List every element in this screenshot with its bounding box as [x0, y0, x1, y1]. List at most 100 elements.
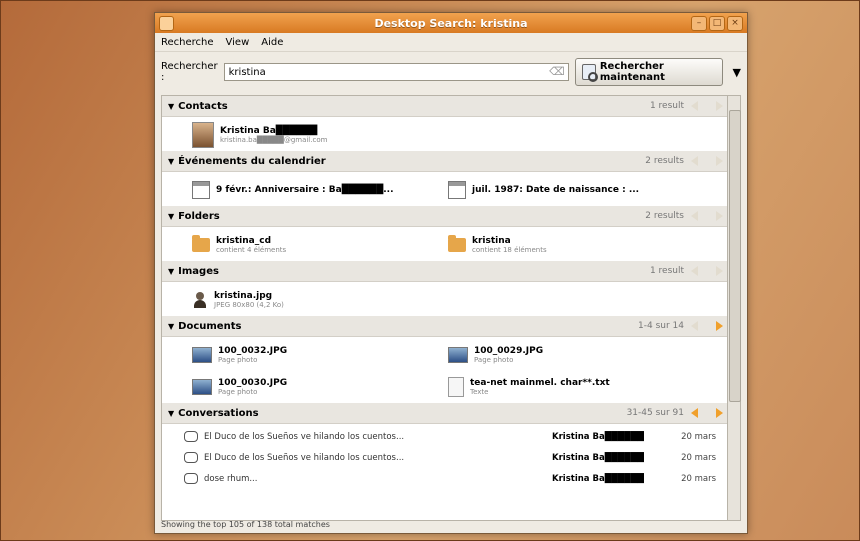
search-label: Rechercher :	[161, 61, 218, 83]
result-title: kristina	[472, 235, 511, 246]
conversation-from: Kristina Ba██████	[552, 431, 644, 442]
documents-list: 100_0032.JPG Page photo 100_0029.JPG Pag…	[162, 337, 730, 403]
title-bar[interactable]: Desktop Search: kristina – □ ×	[155, 13, 747, 33]
previous-icon[interactable]	[690, 100, 704, 112]
chat-icon	[184, 452, 198, 463]
close-icon[interactable]: ×	[727, 16, 743, 31]
folders-list: kristina_cd contient 4 éléments kristina…	[162, 227, 730, 261]
next-icon[interactable]	[710, 407, 724, 419]
result-item[interactable]: 100_0032.JPG Page photo	[192, 341, 444, 369]
clear-icon[interactable]: ⌫	[549, 65, 565, 78]
vertical-scrollbar[interactable]	[727, 95, 741, 521]
conversation-from: Kristina Ba██████	[552, 452, 644, 463]
person-image-icon	[192, 292, 208, 308]
minimize-icon[interactable]: –	[691, 16, 707, 31]
previous-icon[interactable]	[690, 320, 704, 332]
expander-icon[interactable]: ▼	[168, 157, 174, 166]
result-subtitle: kristina.ba█████@gmail.com	[220, 135, 328, 144]
category-images[interactable]: ▼ Images 1 result	[162, 261, 730, 282]
result-subtitle: Page photo	[218, 387, 258, 396]
expander-icon[interactable]: ▼	[168, 102, 174, 111]
menu-view[interactable]: View	[226, 37, 250, 48]
result-item[interactable]: 9 févr.: Anniversaire : Ba██████...	[192, 176, 444, 204]
result-title: juil. 1987: Date de naissance : ...	[472, 185, 640, 195]
result-item[interactable]: Kristina Ba██████ kristina.ba█████@gmail…	[192, 121, 700, 149]
result-item[interactable]: kristina_cd contient 4 éléments	[192, 231, 444, 259]
result-subtitle: Page photo	[474, 355, 514, 364]
search-now-label: Rechercher maintenant	[599, 61, 665, 83]
category-title: Images	[178, 265, 219, 277]
maximize-icon[interactable]: □	[709, 16, 725, 31]
category-title: Événements du calendrier	[178, 155, 326, 167]
result-subtitle: Page photo	[218, 355, 258, 364]
chat-icon	[184, 473, 198, 484]
conversation-row[interactable]: El Duco de los Sueños ve hilando los cue…	[184, 426, 716, 447]
result-item[interactable]: kristina contient 18 éléments	[448, 231, 700, 259]
scrollbar-thumb[interactable]	[729, 110, 741, 402]
result-title: kristina_cd	[216, 235, 272, 246]
category-count: 1-4 sur 14	[638, 321, 684, 331]
menu-recherche[interactable]: Recherche	[161, 37, 214, 48]
conversation-date: 20 mars	[681, 473, 716, 484]
dropdown-icon[interactable]: ▼	[733, 66, 741, 79]
result-item[interactable]: 100_0029.JPG Page photo	[448, 341, 700, 369]
images-list: kristina.jpg JPEG 80x80 (4,2 Ko)	[162, 282, 730, 316]
result-item[interactable]: tea-net mainmel. char**.txt Texte	[448, 373, 700, 401]
next-icon[interactable]	[710, 265, 724, 277]
category-contacts[interactable]: ▼ Contacts 1 result	[162, 96, 730, 117]
category-conversations[interactable]: ▼ Conversations 31-45 sur 91	[162, 403, 730, 424]
result-item[interactable]: juil. 1987: Date de naissance : ...	[448, 176, 700, 204]
search-window: Desktop Search: kristina – □ × Recherche…	[154, 12, 748, 534]
category-documents[interactable]: ▼ Documents 1-4 sur 14	[162, 316, 730, 337]
contacts-list: Kristina Ba██████ kristina.ba█████@gmail…	[162, 117, 730, 151]
next-icon[interactable]	[710, 320, 724, 332]
result-item[interactable]: 100_0030.JPG Page photo	[192, 373, 444, 401]
search-now-button[interactable]: Rechercher maintenant	[574, 58, 723, 86]
result-subtitle: Texte	[470, 387, 489, 396]
conversation-row[interactable]: dose rhum... Kristina Ba██████ 20 mars	[184, 468, 716, 489]
contact-photo-icon	[192, 122, 214, 148]
conversation-from: Kristina Ba██████	[552, 473, 644, 484]
conversation-subject: El Duco de los Sueños ve hilando los cue…	[204, 431, 405, 442]
folder-icon	[448, 235, 466, 252]
results-pane: ▼ Contacts 1 result Kristina Ba██████ kr…	[161, 95, 731, 521]
category-folders[interactable]: ▼ Folders 2 results	[162, 206, 730, 227]
expander-icon[interactable]: ▼	[168, 409, 174, 418]
expander-icon[interactable]: ▼	[168, 212, 174, 221]
category-title: Contacts	[178, 100, 228, 112]
app-icon[interactable]	[159, 16, 174, 31]
conversation-row[interactable]: El Duco de los Sueños ve hilando los cue…	[184, 447, 716, 468]
conversation-date: 20 mars	[681, 431, 716, 442]
expander-icon[interactable]: ▼	[168, 267, 174, 276]
search-row: Rechercher : kristina ⌫ Rechercher maint…	[155, 52, 747, 92]
result-title: 100_0032.JPG	[218, 345, 288, 356]
conversation-date: 20 mars	[681, 452, 716, 463]
previous-icon[interactable]	[690, 155, 704, 167]
previous-icon[interactable]	[690, 210, 704, 222]
next-icon[interactable]	[710, 155, 724, 167]
previous-icon[interactable]	[690, 407, 704, 419]
search-input[interactable]: kristina ⌫	[223, 63, 569, 81]
result-title: 100_0029.JPG	[474, 345, 544, 356]
result-title: tea-net mainmel. char**.txt	[470, 377, 610, 388]
search-value: kristina	[228, 66, 266, 78]
category-calendar[interactable]: ▼ Événements du calendrier 2 results	[162, 151, 730, 172]
status-bar: Showing the top 105 of 138 total matches	[161, 520, 330, 529]
previous-icon[interactable]	[690, 265, 704, 277]
result-subtitle: contient 4 éléments	[216, 245, 287, 254]
menu-aide[interactable]: Aide	[261, 37, 283, 48]
folder-icon	[192, 235, 210, 252]
category-count: 2 results	[645, 156, 684, 166]
category-title: Documents	[178, 320, 242, 332]
category-count: 2 results	[645, 211, 684, 221]
window-title: Desktop Search: kristina	[374, 16, 528, 30]
expander-icon[interactable]: ▼	[168, 322, 174, 331]
calendar-icon	[448, 181, 466, 199]
result-item[interactable]: kristina.jpg JPEG 80x80 (4,2 Ko)	[192, 286, 700, 314]
calendar-list: 9 févr.: Anniversaire : Ba██████... juil…	[162, 172, 730, 206]
next-icon[interactable]	[710, 210, 724, 222]
calendar-icon	[192, 181, 210, 199]
search-icon	[581, 64, 599, 82]
next-icon[interactable]	[710, 100, 724, 112]
category-count: 1 result	[649, 101, 684, 111]
